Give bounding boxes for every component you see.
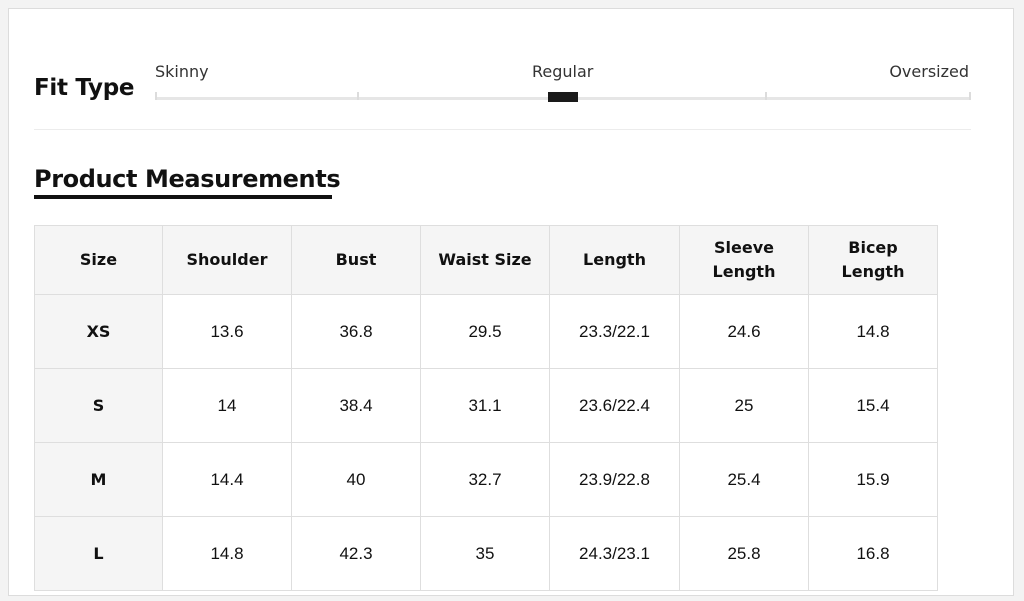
fit-type-title: Fit Type (34, 75, 135, 101)
waist-cell: 35 (420, 516, 550, 591)
length-cell: 23.6/22.4 (549, 368, 680, 443)
measurements-table: Size Shoulder Bust Waist Size Length Sle… (34, 225, 938, 591)
length-cell: 23.9/22.8 (549, 442, 680, 517)
shoulder-cell: 14 (162, 368, 292, 443)
column-header-shoulder: Shoulder (162, 225, 292, 295)
bust-cell: 40 (291, 442, 421, 517)
bust-cell: 38.4 (291, 368, 421, 443)
size-cell: XS (34, 294, 163, 369)
size-cell: M (34, 442, 163, 517)
column-header-waist-size: Waist Size (420, 225, 550, 295)
column-header-sleeve-length: Sleeve Length (679, 225, 809, 295)
waist-cell: 31.1 (420, 368, 550, 443)
fit-scale-marker (548, 92, 578, 102)
bicep-length-cell: 14.8 (808, 294, 938, 369)
table-header-row: Size Shoulder Bust Waist Size Length Sle… (34, 225, 938, 295)
sleeve-length-cell: 24.6 (679, 294, 809, 369)
column-header-bicep-length: Bicep Length (808, 225, 938, 295)
table-row: L 14.8 42.3 35 24.3/23.1 25.8 16.8 (34, 516, 938, 591)
waist-cell: 32.7 (420, 442, 550, 517)
bust-cell: 36.8 (291, 294, 421, 369)
table-row: S 14 38.4 31.1 23.6/22.4 25 15.4 (34, 368, 938, 443)
column-header-length: Length (549, 225, 680, 295)
product-measurements-title: Product Measurements (34, 165, 341, 193)
column-header-size: Size (34, 225, 163, 295)
bicep-length-cell: 15.4 (808, 368, 938, 443)
fit-label-oversized: Oversized (889, 62, 969, 81)
title-underline (34, 195, 332, 199)
size-cell: L (34, 516, 163, 591)
sleeve-length-cell: 25 (679, 368, 809, 443)
table-row: XS 13.6 36.8 29.5 23.3/22.1 24.6 14.8 (34, 294, 938, 369)
column-header-bust: Bust (291, 225, 421, 295)
bicep-length-cell: 15.9 (808, 442, 938, 517)
sleeve-length-cell: 25.8 (679, 516, 809, 591)
table-row: M 14.4 40 32.7 23.9/22.8 25.4 15.9 (34, 442, 938, 517)
shoulder-cell: 13.6 (162, 294, 292, 369)
sleeve-length-cell: 25.4 (679, 442, 809, 517)
shoulder-cell: 14.4 (162, 442, 292, 517)
shoulder-cell: 14.8 (162, 516, 292, 591)
length-cell: 24.3/23.1 (549, 516, 680, 591)
section-divider (34, 129, 971, 130)
fit-label-regular: Regular (532, 62, 594, 81)
size-guide-panel: Fit Type Skinny Regular Oversized Produc… (8, 8, 1014, 596)
bust-cell: 42.3 (291, 516, 421, 591)
fit-scale-tick (155, 92, 157, 100)
fit-scale-tick (357, 92, 359, 100)
fit-label-skinny: Skinny (155, 62, 209, 81)
size-cell: S (34, 368, 163, 443)
length-cell: 23.3/22.1 (549, 294, 680, 369)
fit-scale-tick (969, 92, 971, 100)
fit-scale-tick (765, 92, 767, 100)
waist-cell: 29.5 (420, 294, 550, 369)
bicep-length-cell: 16.8 (808, 516, 938, 591)
